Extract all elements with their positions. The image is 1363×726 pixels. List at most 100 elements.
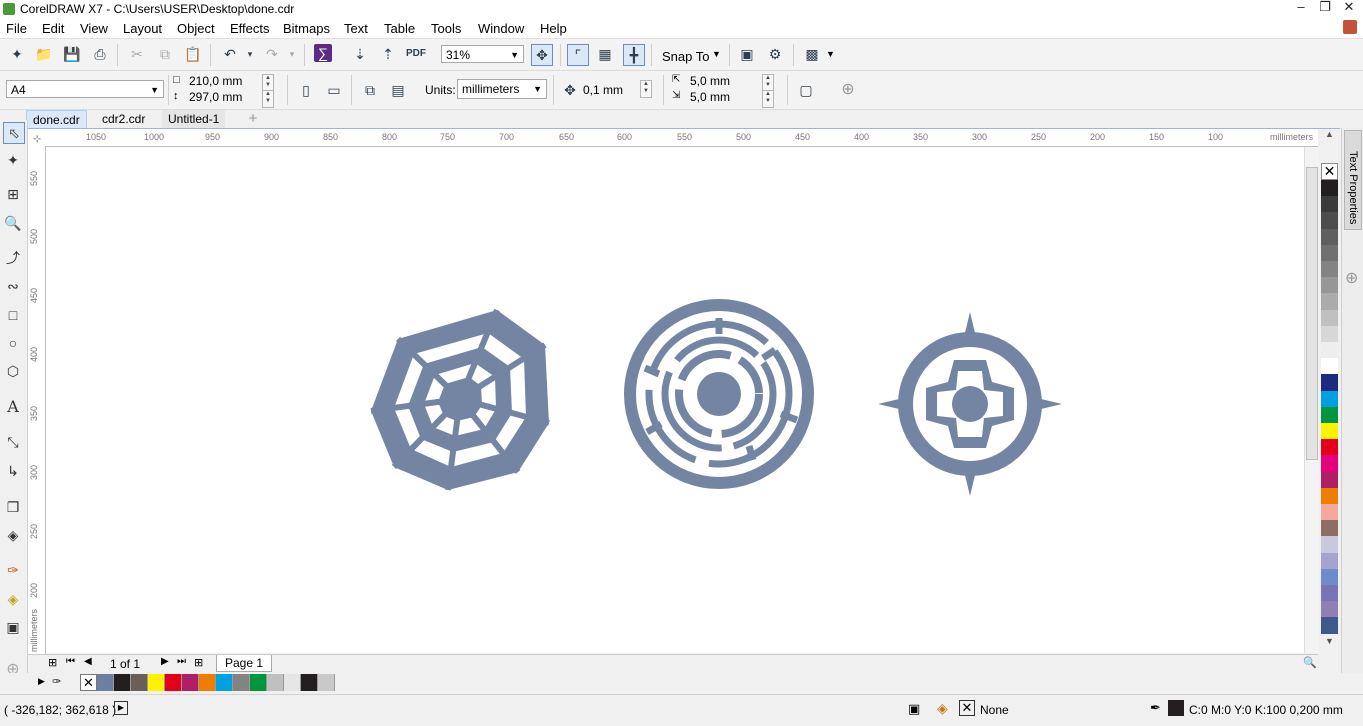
- menu-effects[interactable]: Effects: [230, 21, 270, 36]
- full-screen-icon[interactable]: ✥: [531, 44, 553, 66]
- ellipse-tool-icon[interactable]: ○: [3, 333, 23, 353]
- color-swatch[interactable]: [1321, 358, 1338, 376]
- publish-pdf-icon[interactable]: PDF: [406, 44, 426, 64]
- freehand-tool-icon[interactable]: ⤴: [3, 248, 23, 268]
- tab-done[interactable]: done.cdr: [26, 110, 87, 130]
- color-swatch[interactable]: [1321, 374, 1338, 392]
- color-swatch[interactable]: [1321, 261, 1338, 278]
- add-docker-icon[interactable]: ⊕: [1345, 268, 1358, 288]
- color-swatch[interactable]: [1321, 423, 1338, 440]
- color-swatch[interactable]: [1321, 293, 1338, 311]
- first-page-icon[interactable]: ⏮: [66, 656, 75, 667]
- last-page-icon[interactable]: ⏭: [177, 656, 186, 667]
- show-grid-icon[interactable]: ▦: [595, 44, 615, 64]
- landscape-icon[interactable]: ▭: [324, 80, 344, 100]
- options-icon[interactable]: ⚙: [765, 44, 785, 64]
- drop-shadow-tool-icon[interactable]: ❐: [3, 497, 23, 517]
- doc-color-swatch[interactable]: [250, 674, 267, 691]
- smart-fill-icon[interactable]: ▣: [3, 617, 23, 637]
- horizontal-ruler[interactable]: 1050 1000 950 900 850 800 750 700 650 60…: [28, 129, 1318, 147]
- color-swatch[interactable]: [1321, 228, 1338, 246]
- ruler-origin-icon[interactable]: ⊹: [33, 134, 41, 145]
- close-icon[interactable]: ✕: [1336, 0, 1362, 16]
- save-icon[interactable]: 💾: [62, 44, 82, 64]
- text-properties-tab[interactable]: Text Properties: [1344, 130, 1362, 230]
- doc-color-swatch[interactable]: [216, 674, 233, 691]
- color-swatch[interactable]: [1321, 180, 1338, 197]
- menu-window[interactable]: Window: [478, 21, 524, 36]
- color-swatch[interactable]: [1321, 390, 1338, 408]
- color-swatch[interactable]: [1321, 325, 1338, 343]
- doc-color-swatch[interactable]: [114, 674, 131, 691]
- menu-text[interactable]: Text: [344, 21, 368, 36]
- palette-scroll-up-icon[interactable]: ▲: [1321, 129, 1338, 143]
- color-swatch[interactable]: [1321, 487, 1338, 505]
- color-swatch[interactable]: [1321, 244, 1338, 262]
- color-swatch[interactable]: [1321, 277, 1338, 295]
- color-swatch[interactable]: [1321, 504, 1338, 521]
- undo-dropdown-icon[interactable]: ▾: [240, 44, 260, 64]
- doc-color-swatch[interactable]: [233, 674, 250, 691]
- doc-color-swatch[interactable]: [301, 674, 318, 691]
- doc-color-swatch[interactable]: [165, 674, 182, 691]
- welcome-screen-icon[interactable]: ▣: [737, 44, 757, 64]
- palette-menu-icon[interactable]: ▶: [38, 676, 45, 687]
- crop-tool-icon[interactable]: ⊞: [3, 184, 23, 204]
- page-width-field[interactable]: 210,0 mm: [189, 74, 242, 88]
- color-swatch[interactable]: [1321, 601, 1338, 619]
- menu-table[interactable]: Table: [384, 21, 415, 36]
- snap-to-dropdown[interactable]: Snap To: [662, 49, 709, 64]
- tab-untitled[interactable]: Untitled-1: [162, 110, 226, 128]
- doc-color-swatch[interactable]: [97, 674, 114, 691]
- new-icon[interactable]: ✦: [7, 44, 27, 64]
- doc-color-swatch[interactable]: [148, 674, 165, 691]
- pick-tool-icon[interactable]: ⬁: [3, 122, 25, 144]
- color-swatch[interactable]: [1321, 617, 1338, 635]
- doc-color-swatch[interactable]: [182, 674, 199, 691]
- application-launcher-icon[interactable]: ▩: [802, 44, 822, 64]
- color-swatch[interactable]: [1321, 585, 1338, 602]
- doc-color-swatch[interactable]: [199, 674, 216, 691]
- zoom-level-select[interactable]: 31% ▼: [441, 45, 524, 63]
- interactive-fill-icon[interactable]: ◈: [3, 589, 23, 609]
- eyedropper-tool-icon[interactable]: ✑: [3, 560, 23, 580]
- object-info-icon[interactable]: ▣: [908, 701, 920, 717]
- treat-as-filled-icon[interactable]: ▢: [796, 80, 816, 100]
- menu-help[interactable]: Help: [540, 21, 567, 36]
- open-icon[interactable]: 📁: [34, 44, 54, 64]
- vertical-ruler[interactable]: 550 500 450 400 350 300 250 200 millimet…: [28, 146, 46, 654]
- menu-tools[interactable]: Tools: [431, 21, 461, 36]
- dimension-tool-icon[interactable]: ⤡: [3, 432, 23, 452]
- corel-connect-icon[interactable]: ∑: [314, 44, 332, 62]
- color-swatch[interactable]: [1321, 439, 1338, 457]
- show-rulers-icon[interactable]: ⌜: [567, 44, 589, 66]
- no-color-swatch[interactable]: ✕: [1321, 163, 1338, 180]
- add-page-before-icon[interactable]: ⊞: [48, 656, 57, 669]
- menu-file[interactable]: File: [6, 21, 27, 36]
- copy-icon[interactable]: ⧉: [155, 44, 175, 64]
- color-swatch[interactable]: [1321, 568, 1338, 586]
- show-guidelines-icon[interactable]: ╋: [623, 44, 645, 66]
- page-size-select[interactable]: A4 ▼: [6, 80, 164, 98]
- color-swatch[interactable]: [1321, 536, 1338, 554]
- doc-color-swatch[interactable]: [267, 674, 284, 691]
- color-swatch[interactable]: [1321, 212, 1338, 230]
- menu-object[interactable]: Object: [177, 21, 215, 36]
- new-tab-icon[interactable]: +: [244, 110, 262, 128]
- dup-y-spinner[interactable]: ▲ ▼: [762, 90, 774, 108]
- menu-bitmaps[interactable]: Bitmaps: [283, 21, 330, 36]
- octagon-web-graphic[interactable]: [370, 308, 550, 491]
- color-swatch[interactable]: [1321, 309, 1338, 327]
- compass-graphic[interactable]: [878, 312, 1062, 496]
- shape-tool-icon[interactable]: ✦: [3, 150, 23, 170]
- drawing-canvas[interactable]: [46, 147, 1304, 653]
- maze-circle-graphic[interactable]: [624, 299, 814, 489]
- all-pages-icon[interactable]: ⧉: [360, 80, 380, 100]
- print-icon[interactable]: ⎙: [90, 44, 110, 64]
- undo-icon[interactable]: ↶: [220, 44, 240, 64]
- zoom-one-shot-icon[interactable]: 🔍: [1303, 656, 1317, 669]
- connector-tool-icon[interactable]: ↳: [3, 461, 23, 481]
- outline-pen-icon[interactable]: ✒: [1150, 700, 1161, 716]
- redo-icon[interactable]: ↷: [262, 44, 282, 64]
- doc-no-color-swatch[interactable]: ✕: [80, 674, 97, 691]
